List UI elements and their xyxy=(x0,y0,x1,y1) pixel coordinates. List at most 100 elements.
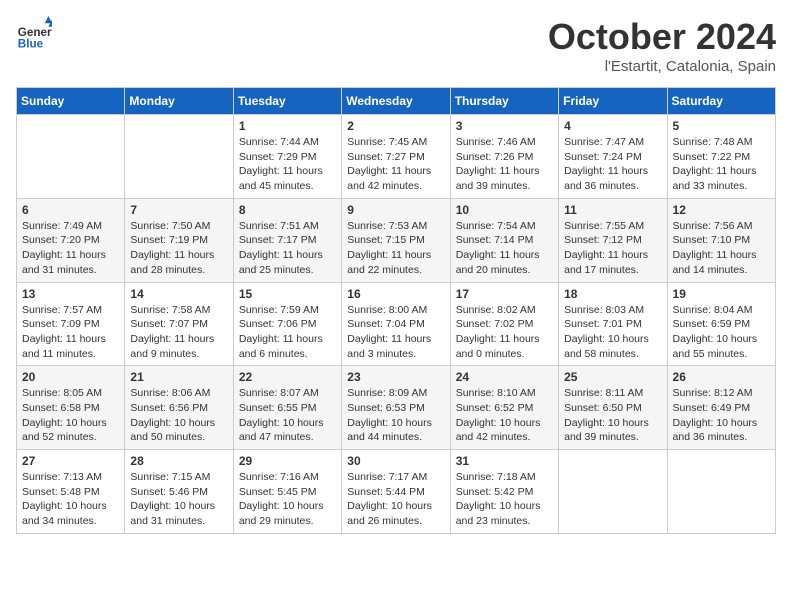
day-info: Sunrise: 8:11 AM Sunset: 6:50 PM Dayligh… xyxy=(564,386,661,445)
calendar-cell: 7Sunrise: 7:50 AM Sunset: 7:19 PM Daylig… xyxy=(125,198,233,282)
day-number: 28 xyxy=(130,454,227,468)
location: l'Estartit, Catalonia, Spain xyxy=(548,58,776,75)
day-info: Sunrise: 7:56 AM Sunset: 7:10 PM Dayligh… xyxy=(673,219,770,278)
calendar-body: 1Sunrise: 7:44 AM Sunset: 7:29 PM Daylig… xyxy=(17,115,776,534)
calendar-cell: 28 Sunrise: 7:15 AM Sunset: 5:46 PM Dayli… xyxy=(125,450,233,534)
day-info: Sunrise: 7:17 AM Sunset: 5:44 PM Dayligh… xyxy=(347,470,444,529)
day-info: Sunrise: 7:18 AM Sunset: 5:42 PM Dayligh… xyxy=(456,470,553,529)
calendar-week-row: 27 Sunrise: 7:13 AM Sunset: 5:48 PM Dayli… xyxy=(17,450,776,534)
day-info: Sunrise: 7:15 AM Sunset: 5:46 PM Dayligh… xyxy=(130,470,227,529)
day-number: 21 xyxy=(130,370,227,384)
calendar-day-header: Sunday xyxy=(17,88,125,115)
day-number: 18 xyxy=(564,287,661,301)
day-number: 30 xyxy=(347,454,444,468)
logo-icon: General Blue xyxy=(16,16,52,52)
day-number: 14 xyxy=(130,287,227,301)
day-number: 15 xyxy=(239,287,336,301)
day-info: Sunrise: 8:12 AM Sunset: 6:49 PM Dayligh… xyxy=(673,386,770,445)
day-info: Sunrise: 7:50 AM Sunset: 7:19 PM Dayligh… xyxy=(130,219,227,278)
day-number: 6 xyxy=(22,203,119,217)
calendar-header-row: SundayMondayTuesdayWednesdayThursdayFrid… xyxy=(17,88,776,115)
day-number: 9 xyxy=(347,203,444,217)
day-info: Sunrise: 8:09 AM Sunset: 6:53 PM Dayligh… xyxy=(347,386,444,445)
day-info: Sunrise: 8:10 AM Sunset: 6:52 PM Dayligh… xyxy=(456,386,553,445)
day-info: Sunrise: 7:57 AM Sunset: 7:09 PM Dayligh… xyxy=(22,303,119,362)
calendar-cell: 11 Sunrise: 7:55 AM Sunset: 7:12 PM Dayli… xyxy=(559,198,667,282)
calendar-cell: 10 Sunrise: 7:54 AM Sunset: 7:14 PM Dayli… xyxy=(450,198,558,282)
calendar-day-header: Wednesday xyxy=(342,88,450,115)
calendar-table: SundayMondayTuesdayWednesdayThursdayFrid… xyxy=(16,87,776,534)
day-info: Sunrise: 7:58 AM Sunset: 7:07 PM Dayligh… xyxy=(130,303,227,362)
day-number: 8 xyxy=(239,203,336,217)
day-info: Sunrise: 7:55 AM Sunset: 7:12 PM Dayligh… xyxy=(564,219,661,278)
day-info: Sunrise: 7:59 AM Sunset: 7:06 PM Dayligh… xyxy=(239,303,336,362)
day-number: 11 xyxy=(564,203,661,217)
day-info: Sunrise: 7:13 AM Sunset: 5:48 PM Dayligh… xyxy=(22,470,119,529)
day-info: Sunrise: 7:54 AM Sunset: 7:14 PM Dayligh… xyxy=(456,219,553,278)
day-info: Sunrise: 7:48 AM Sunset: 7:22 PM Dayligh… xyxy=(673,135,770,194)
calendar-week-row: 20Sunrise: 8:05 AM Sunset: 6:58 PM Dayli… xyxy=(17,366,776,450)
calendar-cell: 12 Sunrise: 7:56 AM Sunset: 7:10 PM Dayli… xyxy=(667,198,775,282)
calendar-cell: 16Sunrise: 8:00 AM Sunset: 7:04 PM Dayli… xyxy=(342,282,450,366)
calendar-week-row: 6 Sunrise: 7:49 AM Sunset: 7:20 PM Daylig… xyxy=(17,198,776,282)
calendar-cell: 8 Sunrise: 7:51 AM Sunset: 7:17 PM Daylig… xyxy=(233,198,341,282)
calendar-day-header: Tuesday xyxy=(233,88,341,115)
day-number: 25 xyxy=(564,370,661,384)
calendar-cell: 3Sunrise: 7:46 AM Sunset: 7:26 PM Daylig… xyxy=(450,115,558,199)
day-number: 4 xyxy=(564,119,661,133)
calendar-cell: 31 Sunrise: 7:18 AM Sunset: 5:42 PM Dayli… xyxy=(450,450,558,534)
calendar-cell: 13 Sunrise: 7:57 AM Sunset: 7:09 PM Dayli… xyxy=(17,282,125,366)
calendar-cell: 26 Sunrise: 8:12 AM Sunset: 6:49 PM Dayli… xyxy=(667,366,775,450)
day-info: Sunrise: 7:49 AM Sunset: 7:20 PM Dayligh… xyxy=(22,219,119,278)
day-number: 26 xyxy=(673,370,770,384)
calendar-week-row: 13 Sunrise: 7:57 AM Sunset: 7:09 PM Dayli… xyxy=(17,282,776,366)
calendar-cell: 29Sunrise: 7:16 AM Sunset: 5:45 PM Dayli… xyxy=(233,450,341,534)
month-title: October 2024 xyxy=(548,16,776,58)
day-number: 10 xyxy=(456,203,553,217)
day-info: Sunrise: 7:16 AM Sunset: 5:45 PM Dayligh… xyxy=(239,470,336,529)
day-number: 24 xyxy=(456,370,553,384)
calendar-cell: 24 Sunrise: 8:10 AM Sunset: 6:52 PM Dayli… xyxy=(450,366,558,450)
logo: General Blue xyxy=(16,16,56,52)
calendar-cell: 17Sunrise: 8:02 AM Sunset: 7:02 PM Dayli… xyxy=(450,282,558,366)
calendar-cell: 20Sunrise: 8:05 AM Sunset: 6:58 PM Dayli… xyxy=(17,366,125,450)
calendar-day-header: Friday xyxy=(559,88,667,115)
calendar-cell: 23Sunrise: 8:09 AM Sunset: 6:53 PM Dayli… xyxy=(342,366,450,450)
day-number: 27 xyxy=(22,454,119,468)
calendar-cell: 18 Sunrise: 8:03 AM Sunset: 7:01 PM Dayli… xyxy=(559,282,667,366)
day-number: 13 xyxy=(22,287,119,301)
day-info: Sunrise: 8:07 AM Sunset: 6:55 PM Dayligh… xyxy=(239,386,336,445)
calendar-cell xyxy=(125,115,233,199)
calendar-cell: 19Sunrise: 8:04 AM Sunset: 6:59 PM Dayli… xyxy=(667,282,775,366)
calendar-day-header: Saturday xyxy=(667,88,775,115)
day-info: Sunrise: 7:51 AM Sunset: 7:17 PM Dayligh… xyxy=(239,219,336,278)
calendar-cell: 25 Sunrise: 8:11 AM Sunset: 6:50 PM Dayli… xyxy=(559,366,667,450)
day-number: 12 xyxy=(673,203,770,217)
day-info: Sunrise: 8:05 AM Sunset: 6:58 PM Dayligh… xyxy=(22,386,119,445)
title-block: October 2024 l'Estartit, Catalonia, Spai… xyxy=(548,16,776,75)
day-number: 31 xyxy=(456,454,553,468)
page-header: General Blue October 2024 l'Estartit, Ca… xyxy=(16,16,776,75)
calendar-cell: 21Sunrise: 8:06 AM Sunset: 6:56 PM Dayli… xyxy=(125,366,233,450)
calendar-day-header: Thursday xyxy=(450,88,558,115)
day-number: 16 xyxy=(347,287,444,301)
calendar-cell: 1Sunrise: 7:44 AM Sunset: 7:29 PM Daylig… xyxy=(233,115,341,199)
calendar-cell: 6 Sunrise: 7:49 AM Sunset: 7:20 PM Daylig… xyxy=(17,198,125,282)
day-number: 22 xyxy=(239,370,336,384)
day-info: Sunrise: 7:53 AM Sunset: 7:15 PM Dayligh… xyxy=(347,219,444,278)
calendar-cell: 27 Sunrise: 7:13 AM Sunset: 5:48 PM Dayli… xyxy=(17,450,125,534)
calendar-cell: 4 Sunrise: 7:47 AM Sunset: 7:24 PM Daylig… xyxy=(559,115,667,199)
day-number: 5 xyxy=(673,119,770,133)
day-info: Sunrise: 7:47 AM Sunset: 7:24 PM Dayligh… xyxy=(564,135,661,194)
day-info: Sunrise: 7:44 AM Sunset: 7:29 PM Dayligh… xyxy=(239,135,336,194)
calendar-cell: 9 Sunrise: 7:53 AM Sunset: 7:15 PM Daylig… xyxy=(342,198,450,282)
day-info: Sunrise: 8:03 AM Sunset: 7:01 PM Dayligh… xyxy=(564,303,661,362)
day-number: 3 xyxy=(456,119,553,133)
calendar-week-row: 1Sunrise: 7:44 AM Sunset: 7:29 PM Daylig… xyxy=(17,115,776,199)
calendar-day-header: Monday xyxy=(125,88,233,115)
calendar-cell: 30 Sunrise: 7:17 AM Sunset: 5:44 PM Dayli… xyxy=(342,450,450,534)
day-number: 19 xyxy=(673,287,770,301)
calendar-cell xyxy=(17,115,125,199)
day-info: Sunrise: 7:45 AM Sunset: 7:27 PM Dayligh… xyxy=(347,135,444,194)
calendar-cell xyxy=(559,450,667,534)
